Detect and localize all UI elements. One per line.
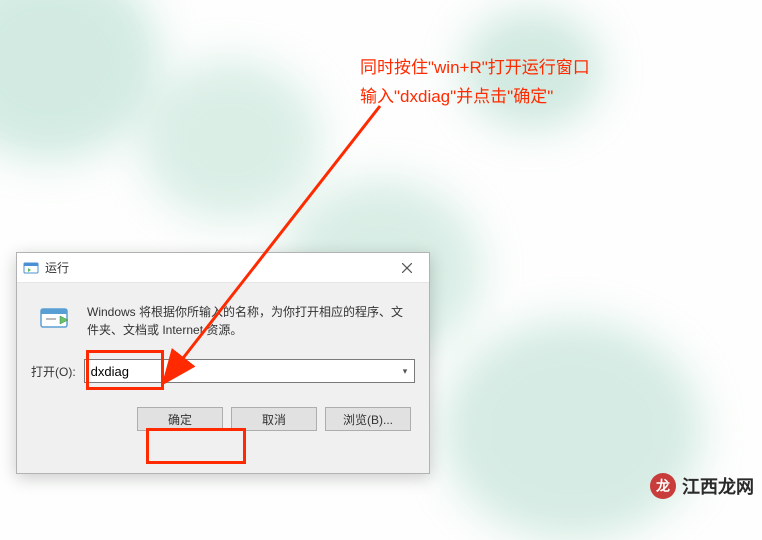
watermark-text: 江西龙网 (682, 473, 754, 499)
open-label: 打开(O): (31, 363, 76, 380)
close-icon (402, 263, 412, 273)
run-dialog-icon (37, 301, 73, 337)
annotation-line-1: 同时按住"win+R"打开运行窗口 (360, 54, 590, 83)
instruction-annotation: 同时按住"win+R"打开运行窗口 输入"dxdiag"并点击"确定" (360, 54, 590, 112)
watermark-logo-icon: 龙 (650, 473, 676, 499)
ok-button[interactable]: 确定 (137, 407, 223, 431)
browse-button[interactable]: 浏览(B)... (325, 407, 411, 431)
close-button[interactable] (385, 253, 429, 283)
dialog-titlebar[interactable]: 运行 (17, 253, 429, 283)
run-titlebar-icon (23, 260, 39, 276)
annotation-line-2: 输入"dxdiag"并点击"确定" (360, 83, 590, 112)
chevron-down-icon[interactable]: ▾ (396, 360, 414, 382)
dialog-description: Windows 将根据你所输入的名称，为你打开相应的程序、文件夹、文档或 Int… (87, 301, 415, 339)
dialog-body: Windows 将根据你所输入的名称，为你打开相应的程序、文件夹、文档或 Int… (17, 283, 429, 441)
dialog-title: 运行 (45, 259, 69, 276)
open-input[interactable] (84, 359, 415, 383)
watermark: 龙 江西龙网 (650, 473, 754, 499)
run-dialog: 运行 Windows 将根据你所输入的名称，为你打开相应的程序、文件夹、文档或 … (16, 252, 430, 474)
cancel-button[interactable]: 取消 (231, 407, 317, 431)
